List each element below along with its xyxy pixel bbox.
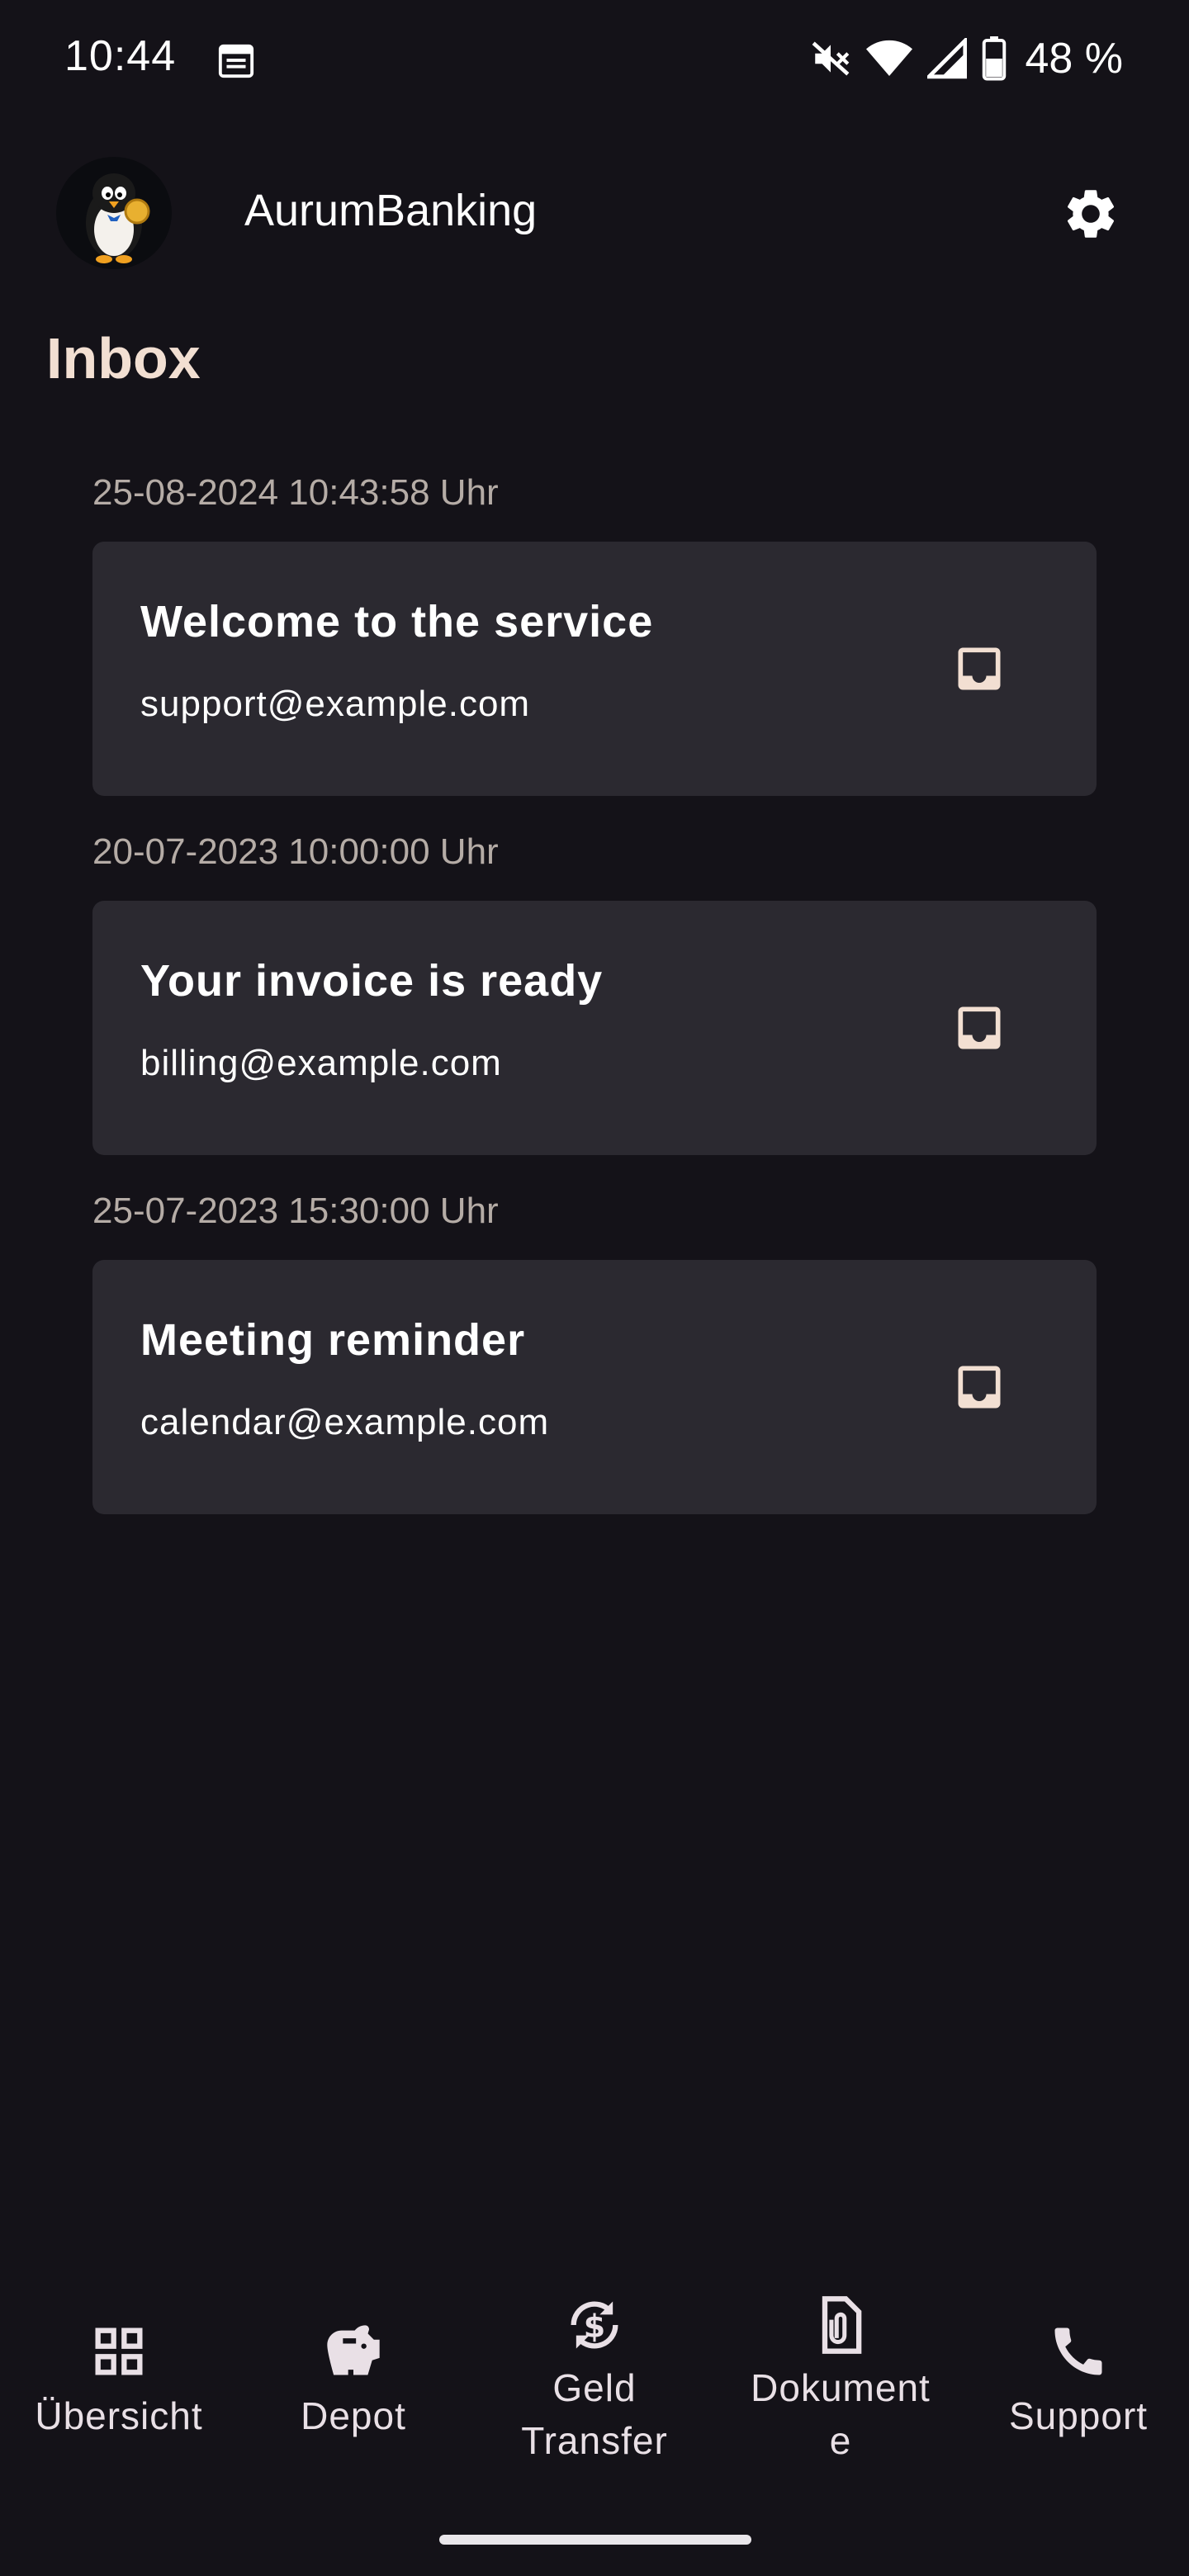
battery-icon <box>983 36 1007 81</box>
grid-icon <box>95 2327 143 2375</box>
svg-text:$: $ <box>584 2308 605 2344</box>
message-sender: billing@example.com <box>140 1043 502 1083</box>
mute-icon <box>812 41 850 76</box>
message-group: 25-08-2024 10:43:58 Uhr Welcome to the s… <box>92 462 1097 822</box>
nav-label: Depot <box>301 2394 406 2437</box>
settings-button[interactable] <box>1059 182 1123 246</box>
message-sender: calendar@example.com <box>140 1402 550 1442</box>
status-bar: 10:44 48 % <box>0 0 1189 116</box>
message-subject: Your invoice is ready <box>140 956 604 1006</box>
page-title: Inbox <box>46 326 201 391</box>
status-icons: 48 % <box>810 30 1123 88</box>
nav-item-dokumente[interactable]: Dokument e <box>722 2279 959 2518</box>
message-card[interactable]: Your invoice is ready billing@example.co… <box>92 901 1097 1155</box>
currency-exchange-icon: $ <box>571 2301 618 2349</box>
calendar-icon <box>218 44 254 78</box>
nav-label-line2: e <box>829 2419 852 2462</box>
piggy-bank-icon <box>327 2325 380 2375</box>
inbox-icon <box>958 1006 1001 1049</box>
nav-label-line1: Dokument <box>751 2366 931 2409</box>
phone-icon <box>1054 2327 1102 2375</box>
nav-label-line1: Geld <box>552 2366 637 2409</box>
message-card[interactable]: Meeting reminder calendar@example.com <box>92 1260 1097 1514</box>
message-group: 25-07-2023 15:30:00 Uhr Meeting reminder… <box>92 1181 1097 1540</box>
message-date: 25-07-2023 15:30:00 Uhr <box>92 1191 499 1231</box>
inbox-list: 25-08-2024 10:43:58 Uhr Welcome to the s… <box>92 462 1097 1540</box>
message-subject: Welcome to the service <box>140 597 654 646</box>
message-subject: Meeting reminder <box>140 1315 526 1365</box>
signal-icon <box>927 38 968 79</box>
nav-item-depot[interactable]: Depot <box>234 2279 472 2518</box>
message-sender: support@example.com <box>140 684 531 724</box>
app-title: AurumBanking <box>244 186 538 235</box>
home-indicator[interactable] <box>439 2535 751 2545</box>
wifi-icon <box>866 40 913 76</box>
nav-item-geld-transfer[interactable]: $ Geld Transfer <box>476 2279 713 2518</box>
nav-label-line2: Transfer <box>521 2419 668 2462</box>
app-bar: AurumBanking <box>0 149 1189 272</box>
penguin-logo-icon[interactable] <box>56 157 172 269</box>
inbox-icon <box>958 1366 1001 1409</box>
nav-item-support[interactable]: Support <box>959 2279 1189 2518</box>
bottom-navigation: Übersicht Depot $ Geld Transfer Dokument… <box>0 2279 1189 2526</box>
message-group: 20-07-2023 10:00:00 Uhr Your invoice is … <box>92 822 1097 1181</box>
inbox-icon <box>958 647 1001 690</box>
message-date: 25-08-2024 10:43:58 Uhr <box>92 472 499 513</box>
document-clip-icon <box>822 2296 862 2354</box>
message-date: 20-07-2023 10:00:00 Uhr <box>92 831 499 872</box>
message-card[interactable]: Welcome to the service support@example.c… <box>92 542 1097 796</box>
nav-item-uebersicht[interactable]: Übersicht <box>0 2279 238 2518</box>
status-time: 10:44 <box>64 32 177 80</box>
nav-label: Support <box>1008 2394 1149 2437</box>
battery-percent: 48 % <box>1025 35 1123 83</box>
gear-icon <box>1067 190 1115 238</box>
nav-label: Übersicht <box>35 2394 203 2437</box>
